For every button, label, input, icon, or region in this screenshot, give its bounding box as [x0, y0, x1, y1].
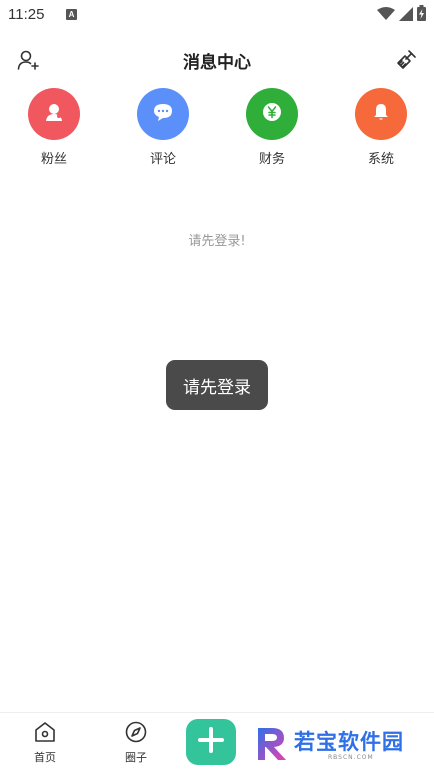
add-post-button[interactable]: [186, 719, 236, 765]
battery-charging-icon: [417, 5, 426, 25]
status-icons: [377, 5, 426, 25]
home-icon: [32, 719, 58, 745]
watermark: 若宝软件园 RBSCN.COM: [236, 716, 434, 771]
plus-icon: [197, 726, 225, 758]
quick-action-comments[interactable]: 评论: [128, 88, 198, 167]
tab-label: 圈子: [125, 751, 147, 764]
page-title: 消息中心: [183, 53, 251, 73]
chat-bubble-icon: [152, 101, 174, 127]
quick-action-circle[interactable]: [246, 88, 298, 140]
quick-action-circle[interactable]: [355, 88, 407, 140]
notification-indicator: A: [66, 9, 77, 20]
quick-action-label: 粉丝: [40, 152, 67, 167]
quick-action-fans[interactable]: 粉丝: [19, 88, 89, 167]
empty-state-message: 请先登录!: [188, 234, 246, 249]
status-time: 11:25: [8, 6, 45, 23]
quick-action-system[interactable]: 系统: [346, 88, 416, 167]
status-bar: 11:25 A: [0, 0, 434, 30]
toast-message: 请先登录: [166, 360, 268, 410]
tab-home[interactable]: 首页: [15, 719, 75, 765]
quick-action-finance[interactable]: 财务: [237, 88, 307, 167]
watermark-text: 若宝软件园: [294, 730, 404, 754]
signal-icon: [399, 6, 413, 25]
watermark-subtext: RBSCN.COM: [328, 754, 374, 761]
compass-icon: [123, 719, 149, 745]
quick-actions: 粉丝 评论 财务 系统: [0, 88, 434, 178]
tab-circle[interactable]: 圈子: [106, 719, 166, 765]
watermark-logo-icon: [254, 724, 290, 762]
yen-coin-icon: [261, 101, 283, 127]
wifi-icon: [377, 6, 395, 25]
quick-action-circle[interactable]: [28, 88, 80, 140]
person-icon: [43, 101, 65, 127]
bell-icon: [370, 101, 392, 127]
quick-action-label: 系统: [367, 152, 394, 167]
tab-label: 首页: [34, 751, 56, 764]
quick-action-circle[interactable]: [137, 88, 189, 140]
broom-icon[interactable]: [394, 48, 418, 72]
quick-action-label: 财务: [258, 152, 285, 167]
quick-action-label: 评论: [149, 152, 176, 167]
header: 消息中心: [0, 40, 434, 78]
